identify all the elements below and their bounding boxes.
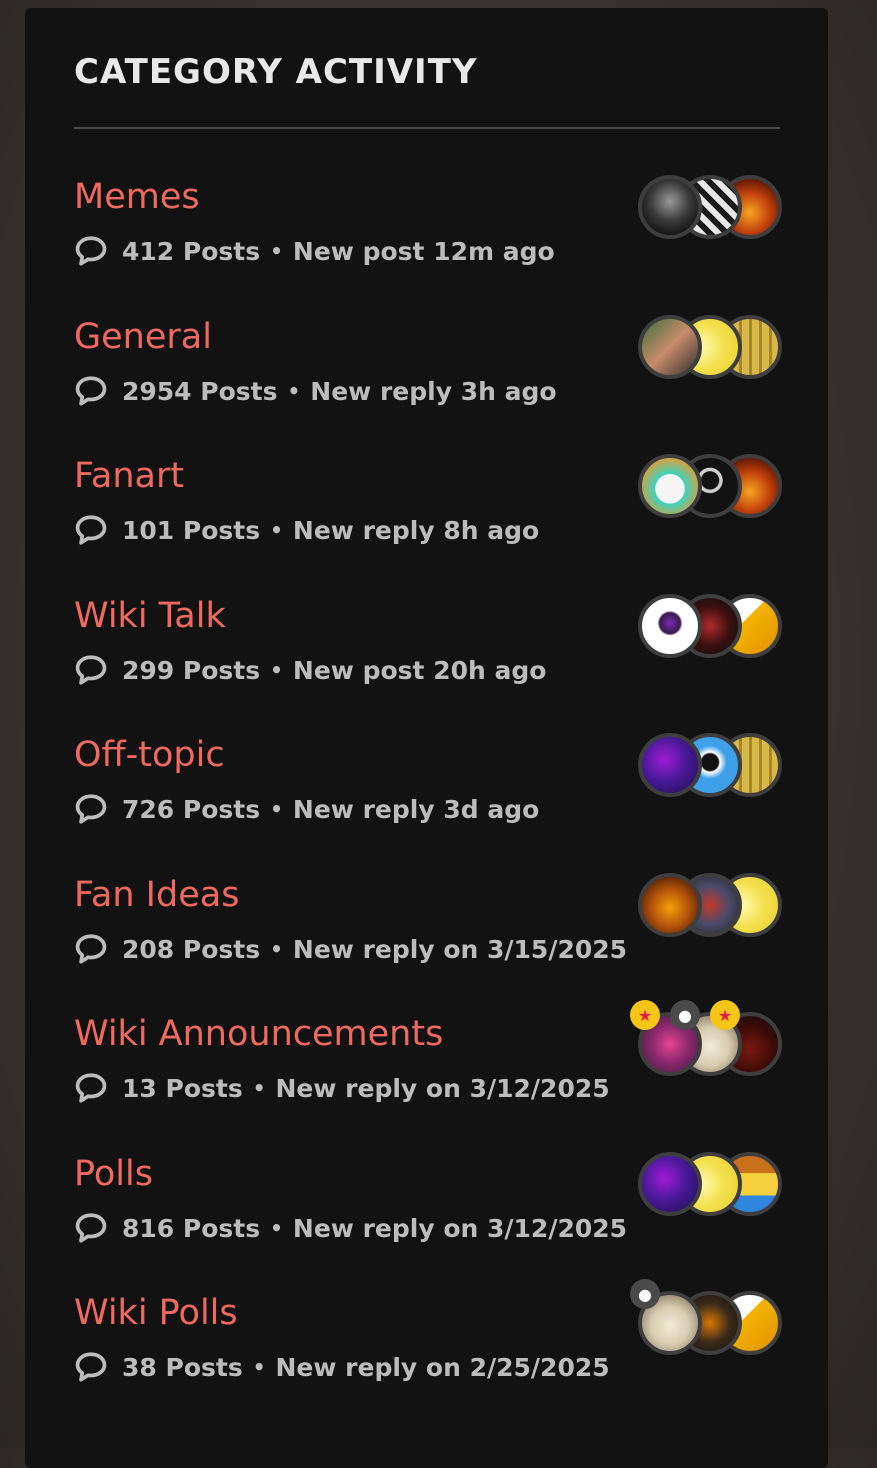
avatar[interactable] — [638, 1152, 702, 1216]
category-row[interactable]: Polls 816 Posts • New reply on 3/12/2025 — [74, 1152, 782, 1272]
category-meta: 412 Posts • New post 12m ago — [74, 233, 555, 269]
category-row[interactable]: Wiki Announcements 13 Posts • New reply on … — [74, 1000, 782, 1132]
last-activity: New reply on 3/15/2025 — [292, 934, 628, 964]
last-activity: New reply 3h ago — [310, 376, 557, 406]
recent-posters — [638, 315, 782, 379]
comment-bubble-icon — [75, 1352, 107, 1382]
category-row[interactable]: Wiki Talk 299 Posts • New post 20h ago — [74, 594, 782, 714]
comment-bubble-icon — [75, 236, 107, 266]
category-row[interactable]: General 2954 Posts • New reply 3h ago — [74, 315, 782, 435]
recent-posters — [638, 454, 782, 518]
post-count: 412 Posts — [122, 236, 261, 266]
category-row[interactable]: Memes 412 Posts • New post 12m ago — [74, 175, 782, 295]
last-activity: New reply 3d ago — [292, 794, 540, 824]
avatar[interactable] — [638, 315, 702, 379]
category-row[interactable]: Off-topic 726 Posts • New reply 3d ago — [74, 733, 782, 853]
category-meta: 816 Posts • New reply on 3/12/2025 — [74, 1210, 627, 1246]
avatar[interactable] — [638, 873, 702, 937]
category-name-link[interactable]: Polls — [74, 1152, 153, 1196]
separator-dot: • — [252, 1355, 266, 1379]
separator-dot: • — [287, 379, 301, 403]
category-name-link[interactable]: Fan Ideas — [74, 873, 239, 917]
comment-bubble-icon — [75, 515, 107, 545]
recent-posters — [638, 1152, 782, 1216]
category-meta: 13 Posts • New reply on 3/12/2025 — [74, 1070, 610, 1106]
post-count: 38 Posts — [122, 1352, 243, 1382]
post-count: 101 Posts — [122, 515, 261, 545]
category-activity-panel: CATEGORY ACTIVITY Memes 412 Posts • New pos… — [25, 8, 828, 1468]
last-activity: New reply on 3/12/2025 — [292, 1213, 628, 1243]
avatar[interactable] — [638, 454, 702, 518]
separator-dot: • — [270, 797, 283, 821]
avatar[interactable] — [638, 733, 702, 797]
last-activity: New reply on 2/25/2025 — [275, 1352, 610, 1382]
star-badge-icon: ★ — [630, 1000, 660, 1030]
category-meta: 208 Posts • New reply on 3/15/2025 — [74, 931, 627, 967]
separator-dot: • — [270, 1216, 283, 1240]
comment-bubble-icon — [75, 655, 107, 685]
chat-badge-icon: ● — [670, 1000, 700, 1030]
comment-bubble-icon — [75, 376, 107, 406]
post-count: 299 Posts — [122, 655, 261, 685]
separator-dot: • — [270, 937, 283, 961]
avatar[interactable] — [638, 594, 702, 658]
category-name-link[interactable]: General — [74, 315, 212, 359]
last-activity: New reply on 3/12/2025 — [275, 1073, 610, 1103]
category-row[interactable]: Fan Ideas 208 Posts • New reply on 3/15/202… — [74, 873, 782, 993]
recent-posters — [638, 873, 782, 937]
star-badge-icon: ★ — [710, 1000, 740, 1030]
comment-bubble-icon — [75, 934, 107, 964]
panel-title: CATEGORY ACTIVITY — [74, 52, 478, 92]
title-divider — [74, 127, 780, 129]
post-count: 816 Posts — [122, 1213, 261, 1243]
category-row[interactable]: Fanart 101 Posts • New reply 8h ago — [74, 454, 782, 574]
category-name-link[interactable]: Fanart — [74, 454, 184, 498]
category-name-link[interactable]: Wiki Polls — [74, 1291, 238, 1335]
category-name-link[interactable]: Memes — [74, 175, 200, 219]
recent-posters — [638, 594, 782, 658]
separator-dot: • — [270, 518, 283, 542]
category-name-link[interactable]: Wiki Talk — [74, 594, 226, 638]
recent-posters: ★ ● ★ — [630, 1000, 782, 1076]
separator-dot: • — [270, 239, 283, 263]
comment-bubble-icon — [75, 1213, 107, 1243]
category-meta: 101 Posts • New reply 8h ago — [74, 512, 539, 548]
category-meta: 299 Posts • New post 20h ago — [74, 652, 546, 688]
separator-dot: • — [270, 658, 283, 682]
last-activity: New reply 8h ago — [292, 515, 540, 545]
recent-posters: ● — [630, 1279, 782, 1355]
avatar[interactable] — [638, 175, 702, 239]
chat-badge-icon: ● — [630, 1279, 660, 1309]
comment-bubble-icon — [75, 794, 107, 824]
recent-posters — [638, 175, 782, 239]
post-count: 726 Posts — [122, 794, 261, 824]
post-count: 2954 Posts — [122, 376, 278, 406]
category-meta: 2954 Posts • New reply 3h ago — [74, 373, 557, 409]
post-count: 208 Posts — [122, 934, 261, 964]
category-row[interactable]: Wiki Polls 38 Posts • New reply on 2/25/202… — [74, 1279, 782, 1411]
category-name-link[interactable]: Wiki Announcements — [74, 1012, 443, 1056]
category-meta: 726 Posts • New reply 3d ago — [74, 791, 539, 827]
comment-bubble-icon — [75, 1073, 107, 1103]
last-activity: New post 12m ago — [292, 236, 555, 266]
separator-dot: • — [252, 1076, 266, 1100]
post-count: 13 Posts — [122, 1073, 243, 1103]
recent-posters — [638, 733, 782, 797]
category-name-link[interactable]: Off-topic — [74, 733, 225, 777]
last-activity: New post 20h ago — [292, 655, 547, 685]
category-meta: 38 Posts • New reply on 2/25/2025 — [74, 1349, 610, 1385]
